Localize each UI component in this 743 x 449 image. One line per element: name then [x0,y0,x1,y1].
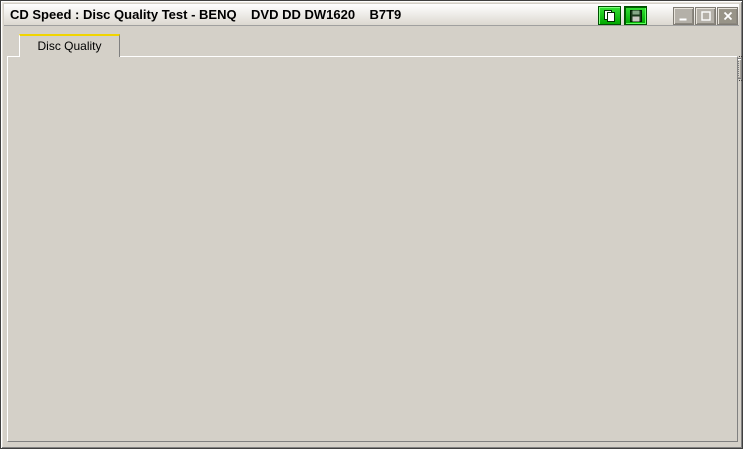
window-title: CD Speed : Disc Quality Test - BENQ DVD … [10,7,402,22]
tab-disc-quality[interactable]: Disc Quality [19,34,120,57]
minimize-icon[interactable] [673,7,694,25]
title-bar[interactable]: CD Speed : Disc Quality Test - BENQ DVD … [4,4,739,26]
tab-label: Disc Quality [37,39,102,53]
save-icon[interactable] [624,6,647,25]
copy-icon[interactable] [598,6,621,25]
maximize-icon[interactable] [695,7,716,25]
tab-page [7,56,738,442]
app-window: CD Speed : Disc Quality Test - BENQ DVD … [0,0,743,449]
close-icon[interactable] [717,7,738,25]
